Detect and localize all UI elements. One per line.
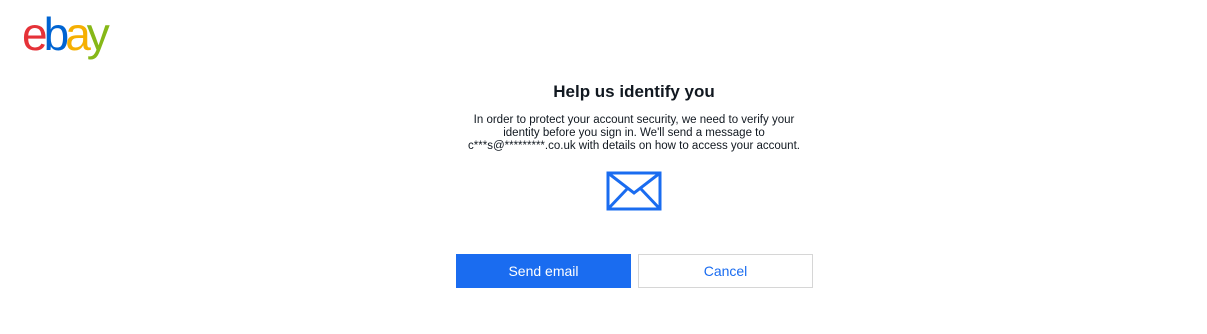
cancel-button[interactable]: Cancel — [638, 254, 813, 288]
logo-letter-b: b — [43, 8, 70, 60]
action-buttons: Send email Cancel — [456, 254, 814, 288]
logo-letter-y: y — [86, 8, 110, 60]
ebay-logo[interactable]: ebay — [22, 8, 110, 60]
logo-letter-a: a — [65, 8, 91, 60]
envelope-icon — [606, 171, 662, 211]
logo-letter-e: e — [22, 8, 48, 60]
page-title: Help us identify you — [553, 82, 715, 101]
identify-dialog: Help us identify you In order to protect… — [453, 76, 815, 211]
verification-message: In order to protect your account securit… — [468, 114, 800, 152]
send-email-button[interactable]: Send email — [456, 254, 631, 288]
